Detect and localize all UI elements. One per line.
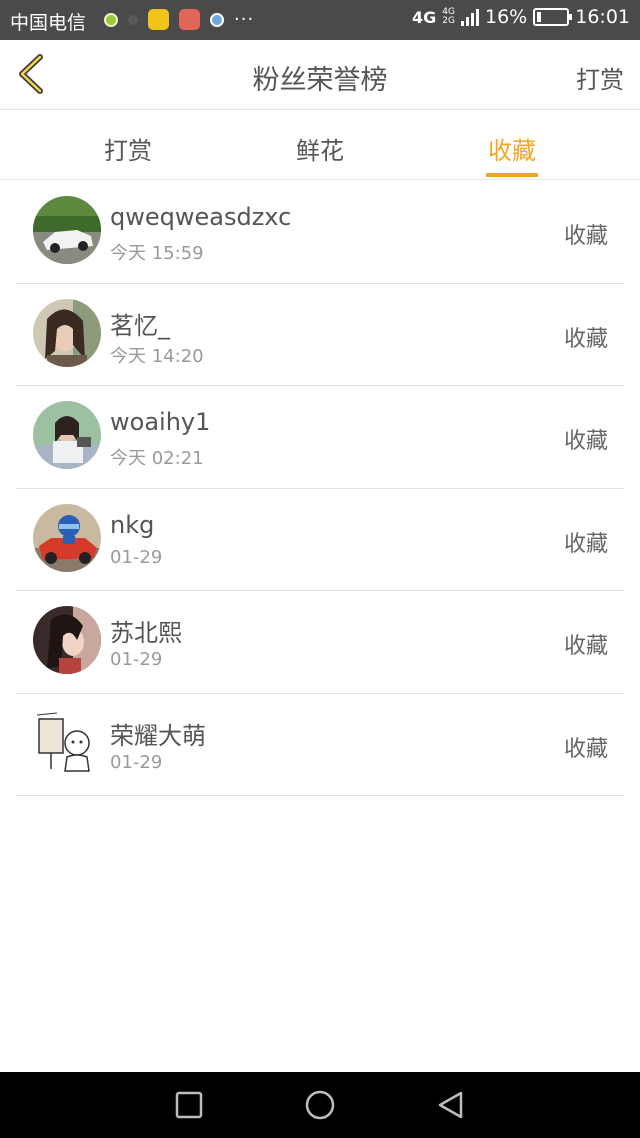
fan-action: 收藏 [563, 326, 608, 352]
app-notification-icon-2 [179, 9, 200, 30]
avatar[interactable] [33, 503, 101, 572]
app-notification-icon-3 [210, 12, 224, 27]
app-notification-icon [148, 9, 169, 30]
network-type: 4G [412, 7, 437, 27]
fan-time: 今天 15:59 [110, 243, 204, 264]
active-tab-indicator [486, 173, 538, 177]
avatar[interactable] [33, 606, 101, 674]
network-type-secondary: 4G 2G [442, 8, 455, 26]
fan-name: nkg [110, 510, 155, 539]
notification-icons: ··· [104, 9, 254, 30]
app-header: 粉丝荣誉榜 打赏 [0, 40, 640, 110]
fan-action: 收藏 [563, 634, 608, 659]
list-item[interactable]: 苏北熙 01-29 收藏 [16, 591, 624, 694]
fan-name: 荣耀大萌 [110, 721, 206, 750]
fan-time: 01-29 [110, 649, 163, 670]
fan-action: 收藏 [563, 736, 608, 762]
avatar[interactable] [33, 298, 101, 367]
page-title: 粉丝荣誉榜 [252, 65, 388, 96]
list-item[interactable]: qweqweasdzxc 今天 15:59 收藏 [16, 181, 624, 284]
avatar[interactable] [33, 708, 101, 777]
avatar[interactable] [33, 401, 101, 469]
fan-action: 收藏 [563, 429, 608, 454]
list-item[interactable]: 茗忆_ 今天 14:20 收藏 [16, 284, 624, 386]
battery-percent: 16% [485, 6, 528, 28]
list-item[interactable]: nkg 01-29 收藏 [16, 489, 624, 591]
signal-icon [461, 8, 479, 26]
circle-icon[interactable] [304, 1089, 336, 1121]
fan-name: qweqweasdzxc [110, 203, 292, 231]
carrier-label: 中国电信 [10, 12, 87, 34]
reward-button[interactable]: 打赏 [576, 60, 624, 95]
fan-name: 茗忆_ [110, 311, 170, 340]
status-bar: 中国电信 ··· 4G 4G 2G 16% 16:01 [0, 0, 640, 40]
list-item[interactable]: 荣耀大萌 01-29 收藏 [16, 694, 624, 796]
fan-action: 收藏 [563, 224, 608, 249]
notification-faded-icon [128, 14, 138, 25]
tab-reward[interactable]: 打赏 [68, 131, 188, 166]
battery-icon [533, 8, 573, 26]
tab-flowers[interactable]: 鲜花 [260, 131, 380, 166]
battery-fill [537, 12, 542, 22]
notification-dot-icon [104, 12, 118, 27]
clock: 16:01 [575, 6, 630, 28]
network-2g-label: 2G [442, 16, 455, 26]
tab-favorites[interactable]: 收藏 [452, 131, 572, 166]
square-icon[interactable] [173, 1089, 205, 1121]
fan-name: 苏北熙 [110, 619, 182, 647]
fan-name: woaihy1 [110, 408, 211, 436]
status-right: 4G 4G 2G 16% 16:01 [412, 6, 630, 28]
tab-bar: 打赏 鲜花 收藏 [0, 111, 640, 180]
triangle-back-icon[interactable] [435, 1089, 467, 1121]
fan-time: 今天 14:20 [110, 345, 204, 367]
list-item[interactable]: woaihy1 今天 02:21 收藏 [16, 386, 624, 489]
fan-action: 收藏 [563, 531, 608, 557]
fan-list: qweqweasdzxc 今天 15:59 收藏 茗忆_ 今天 14:20 收藏… [16, 181, 624, 796]
fan-time: 01-29 [110, 751, 163, 773]
more-notifications-icon: ··· [234, 8, 255, 30]
avatar[interactable] [33, 196, 101, 264]
fan-time: 今天 02:21 [110, 448, 204, 469]
system-nav-bar [0, 1072, 640, 1138]
fan-time: 01-29 [110, 546, 163, 568]
